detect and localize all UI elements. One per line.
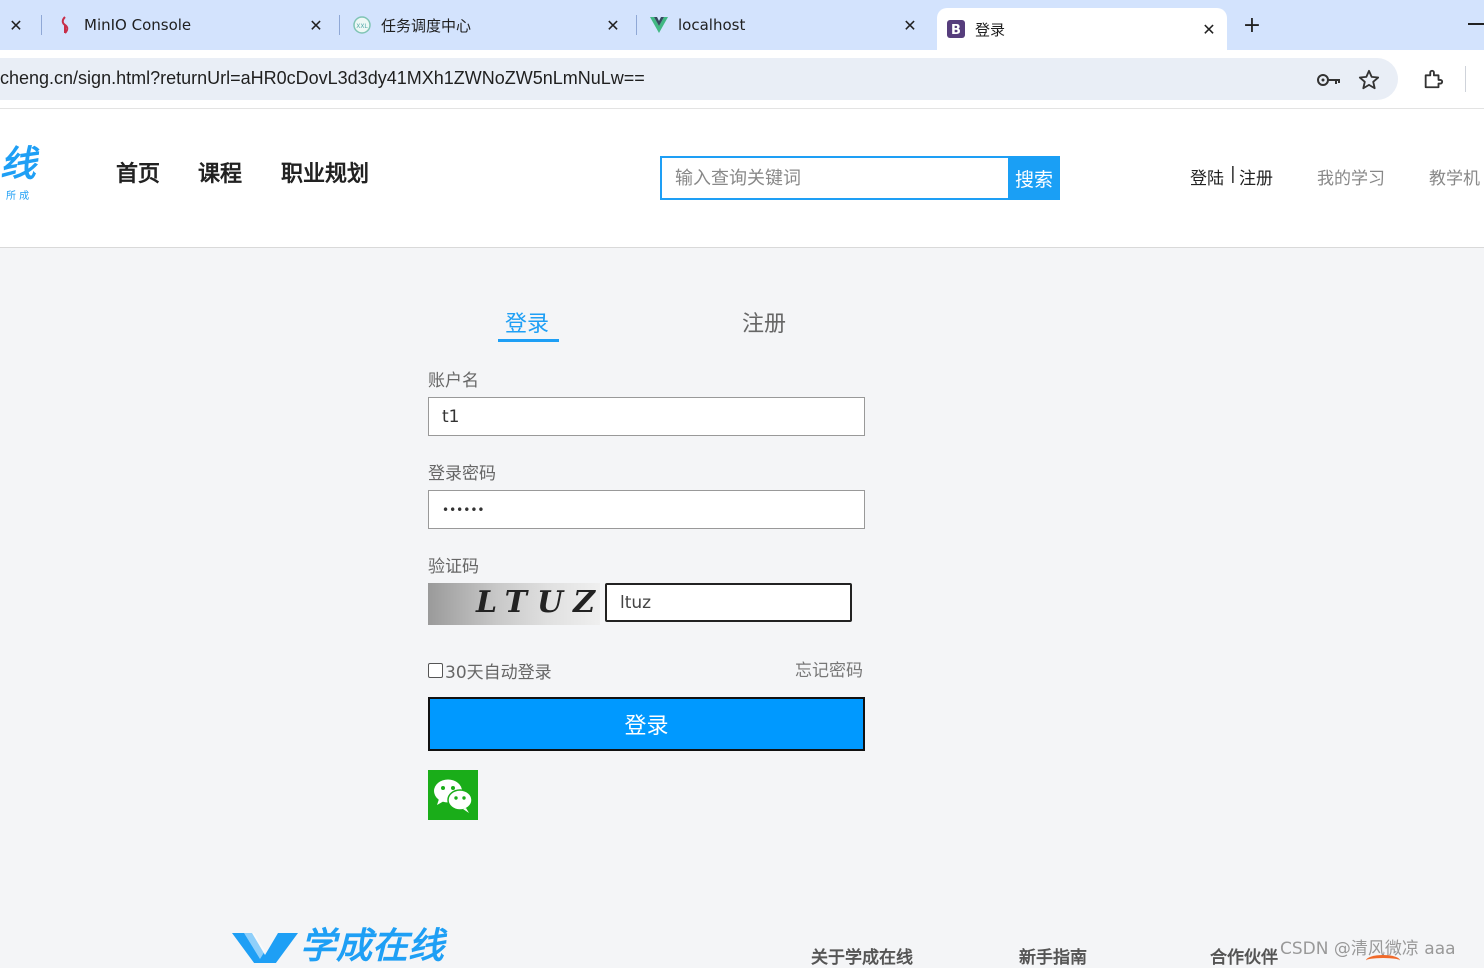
close-icon[interactable]: ✕ xyxy=(603,15,623,35)
new-tab-plus-icon[interactable]: + xyxy=(1240,13,1264,38)
tab-title: localhost xyxy=(678,16,746,34)
register-link[interactable]: 注册 xyxy=(1239,164,1273,189)
close-icon[interactable]: ✕ xyxy=(900,15,920,35)
svg-text:XXL: XXL xyxy=(356,23,368,30)
footer-partners-link[interactable]: 合作伙伴 xyxy=(1210,943,1278,968)
active-tab-underline xyxy=(498,339,559,342)
tab-separator xyxy=(636,15,637,35)
tab-separator xyxy=(339,15,340,35)
svg-text:B: B xyxy=(951,23,961,38)
star-icon[interactable] xyxy=(1357,68,1381,92)
login-submit-button[interactable]: 登录 xyxy=(428,697,865,751)
account-value: t1 xyxy=(442,406,460,427)
account-input[interactable]: t1 xyxy=(428,397,865,436)
address-url[interactable]: cheng.cn/sign.html?returnUrl=aHR0cDovL3d… xyxy=(0,68,645,89)
csdn-watermark: CSDN @清风微凉 aaa xyxy=(1280,939,1456,959)
footer-about-link[interactable]: 关于学成在线 xyxy=(811,943,913,968)
search-button[interactable]: 搜索 xyxy=(1008,156,1060,200)
extensions-icon[interactable] xyxy=(1421,67,1445,91)
nav-courses[interactable]: 课程 xyxy=(198,156,242,188)
tab-login-form[interactable]: 登录 xyxy=(505,306,549,338)
captcha-image[interactable]: LTUZ xyxy=(428,583,600,625)
account-label: 账户名 xyxy=(428,371,479,391)
vue-icon xyxy=(650,16,668,34)
logo-text: 线 xyxy=(0,144,37,185)
forgot-password-link[interactable]: 忘记密码 xyxy=(795,656,863,681)
search-input[interactable] xyxy=(660,156,1021,200)
close-icon[interactable]: ✕ xyxy=(6,15,26,35)
minimize-icon[interactable] xyxy=(1468,23,1484,25)
xxl-job-icon: XXL xyxy=(353,16,371,34)
browser-tabstrip: ✕ MinIO Console ✕ XXL 任务调度中心 ✕ localhost… xyxy=(0,0,1484,50)
remember-checkbox[interactable] xyxy=(428,663,443,678)
tab-title: 任务调度中心 xyxy=(381,16,472,35)
tab-login[interactable]: B 登录 ✕ xyxy=(937,8,1227,50)
tab-register-form[interactable]: 注册 xyxy=(742,306,786,338)
toolbar-divider xyxy=(1465,66,1466,92)
captcha-value: ltuz xyxy=(620,592,652,613)
footer-guide-link[interactable]: 新手指南 xyxy=(1019,943,1087,968)
close-icon[interactable]: ✕ xyxy=(306,15,326,35)
site-logo[interactable]: 线 所 成 xyxy=(0,145,40,205)
login-link[interactable]: 登陆 xyxy=(1190,164,1224,189)
tab-title: MinIO Console xyxy=(84,16,192,34)
footer-logo[interactable]: 学成在线 xyxy=(230,925,470,963)
minio-icon xyxy=(56,16,74,34)
key-icon[interactable] xyxy=(1317,68,1341,92)
teaching-link[interactable]: 教学机 xyxy=(1429,164,1480,189)
captcha-label: 验证码 xyxy=(428,557,479,577)
site-header: 线 所 成 首页 课程 职业规划 搜索 登陆 | 注册 我的学习 教学机 xyxy=(0,109,1484,248)
nav-home[interactable]: 首页 xyxy=(116,156,160,188)
tab-minio-console[interactable]: MinIO Console ✕ xyxy=(56,0,334,50)
password-value: •••••• xyxy=(442,502,485,517)
remember-label: 30天自动登录 xyxy=(445,663,552,683)
captcha-input[interactable]: ltuz xyxy=(605,583,852,622)
nav-career-planning[interactable]: 职业规划 xyxy=(281,156,369,188)
bootstrap-icon: B xyxy=(947,20,965,38)
password-input[interactable]: •••••• xyxy=(428,490,865,529)
address-bar[interactable]: cheng.cn/sign.html?returnUrl=aHR0cDovL3d… xyxy=(0,58,1398,100)
tab-task-scheduler[interactable]: XXL 任务调度中心 ✕ xyxy=(353,0,631,50)
browser-toolbar: cheng.cn/sign.html?returnUrl=aHR0cDovL3d… xyxy=(0,50,1484,109)
decorative-shape xyxy=(1366,955,1400,966)
logo-subtext: 所 成 xyxy=(6,191,30,202)
tab-separator xyxy=(41,15,42,35)
link-divider: | xyxy=(1230,164,1236,184)
password-label: 登录密码 xyxy=(428,464,496,484)
tab-0[interactable]: ✕ xyxy=(0,0,40,50)
close-icon[interactable]: ✕ xyxy=(1199,19,1219,39)
footer-logo-text: 学成在线 xyxy=(300,926,445,963)
my-learning-link[interactable]: 我的学习 xyxy=(1317,164,1385,189)
tab-title: 登录 xyxy=(975,20,1006,39)
tab-localhost[interactable]: localhost ✕ xyxy=(650,0,928,50)
wechat-login-icon[interactable] xyxy=(428,770,478,820)
remember-me[interactable]: 30天自动登录 xyxy=(428,658,552,683)
captcha-text: LTUZ xyxy=(476,585,606,620)
